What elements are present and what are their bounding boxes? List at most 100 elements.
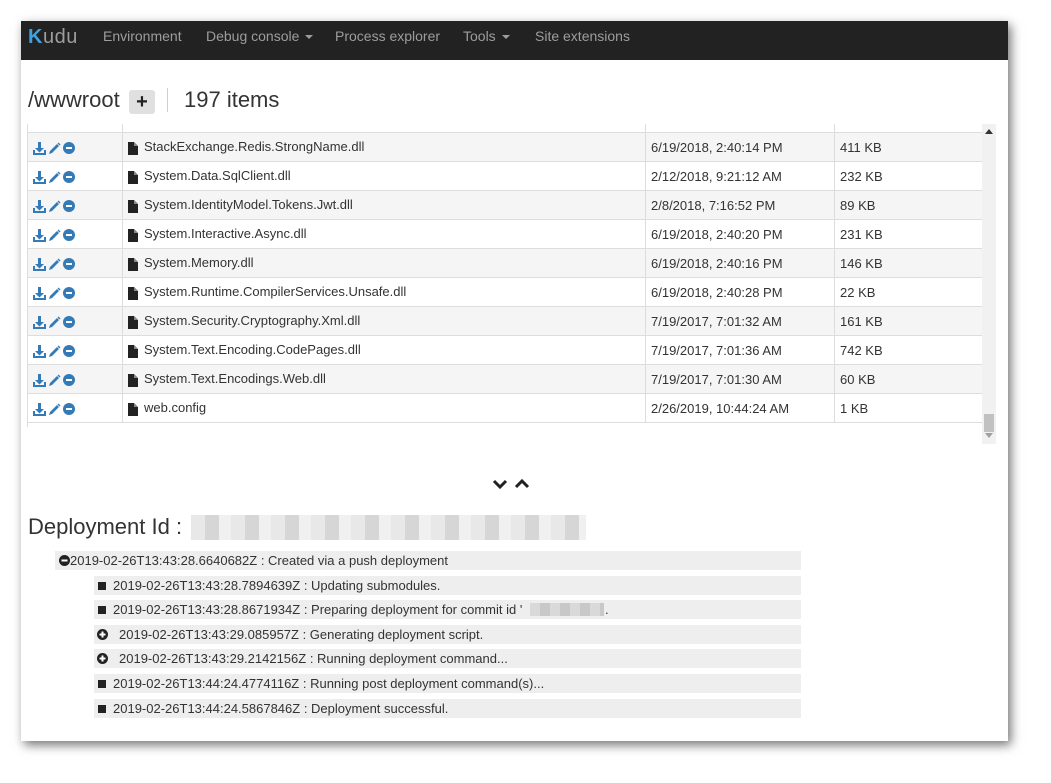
file-size: 146 KB <box>834 248 982 278</box>
file-table: StackExchange.Redis.StrongName.dll 6/19/2… <box>28 124 982 423</box>
file-size: 232 KB <box>834 161 982 191</box>
scroll-down-arrow-icon[interactable] <box>985 433 993 438</box>
chevron-up-icon[interactable] <box>514 477 530 491</box>
minus-circle-icon[interactable] <box>59 555 70 566</box>
edit-pencil-icon[interactable] <box>48 171 61 184</box>
log-entry-text: 2019-02-26T13:43:28.7894639Z : Updating … <box>113 578 441 593</box>
download-icon[interactable] <box>33 402 46 416</box>
file-name[interactable]: System.Interactive.Async.dll <box>144 226 307 241</box>
nav-site-extensions[interactable]: Site extensions <box>535 21 630 60</box>
file-name[interactable]: System.Text.Encodings.Web.dll <box>144 371 326 386</box>
download-icon[interactable] <box>33 141 46 155</box>
file-name[interactable]: System.Data.SqlClient.dll <box>144 168 291 183</box>
file-name-cell: System.Memory.dll <box>122 248 646 278</box>
current-path[interactable]: /wwwroot <box>28 87 120 113</box>
download-icon[interactable] <box>33 170 46 184</box>
file-name-cell: StackExchange.Redis.StrongName.dll <box>122 132 646 162</box>
file-actions <box>28 132 123 162</box>
file-icon <box>128 141 138 155</box>
log-entry-text: 2019-02-26T13:43:29.085957Z : Generating… <box>119 627 484 642</box>
edit-pencil-icon[interactable] <box>48 258 61 271</box>
edit-pencil-icon[interactable] <box>48 403 61 416</box>
square-bullet-icon <box>98 705 106 713</box>
plus-circle-icon[interactable] <box>97 629 108 640</box>
vertical-scrollbar[interactable] <box>982 124 996 444</box>
delete-icon[interactable] <box>63 200 75 213</box>
file-name[interactable]: System.Runtime.CompilerServices.Unsafe.d… <box>144 284 406 299</box>
log-entry-text: 2019-02-26T13:44:24.4774116Z : Running p… <box>113 676 545 691</box>
scrollbar-thumb[interactable] <box>984 414 994 432</box>
delete-icon[interactable] <box>63 287 75 300</box>
scroll-up-arrow-icon[interactable] <box>985 129 993 134</box>
delete-icon[interactable] <box>63 171 75 184</box>
file-modified: 7/19/2017, 7:01:32 AM <box>645 306 835 336</box>
edit-pencil-icon[interactable] <box>48 200 61 213</box>
file-name-cell: web.config <box>122 393 646 423</box>
edit-pencil-icon[interactable] <box>48 287 61 300</box>
file-modified: 6/19/2018, 2:40:14 PM <box>645 132 835 162</box>
deployment-title: Deployment Id : <box>28 514 183 539</box>
file-name[interactable]: System.IdentityModel.Tokens.Jwt.dll <box>144 197 353 212</box>
table-row: System.Text.Encoding.CodePages.dll 7/19/2… <box>28 335 982 365</box>
file-name[interactable]: web.config <box>144 400 206 415</box>
file-actions <box>28 364 123 394</box>
file-list: StackExchange.Redis.StrongName.dll 6/19/2… <box>27 124 983 427</box>
download-icon[interactable] <box>33 315 46 329</box>
file-modified: 7/19/2017, 7:01:36 AM <box>645 335 835 365</box>
plus-circle-icon[interactable] <box>97 653 108 664</box>
download-icon[interactable] <box>33 199 46 213</box>
nav-debug-console[interactable]: Debug console <box>206 21 314 60</box>
delete-icon[interactable] <box>63 142 75 155</box>
table-row: System.Text.Encodings.Web.dll 7/19/2017, … <box>28 364 982 394</box>
items-count: 197 items <box>184 87 280 112</box>
delete-icon[interactable] <box>63 316 75 329</box>
table-row: System.Memory.dll 6/19/2018, 2:40:16 PM 14… <box>28 248 982 278</box>
file-name[interactable]: StackExchange.Redis.StrongName.dll <box>144 139 364 154</box>
kudu-window: Kudu Environment Debug console Process e… <box>21 21 1008 741</box>
file-name-cell: System.Text.Encoding.CodePages.dll <box>122 335 646 365</box>
file-icon <box>128 257 138 271</box>
file-modified: 2/12/2018, 9:21:12 AM <box>645 161 835 191</box>
file-icon <box>128 373 138 387</box>
edit-pencil-icon[interactable] <box>48 316 61 329</box>
brand-text: udu <box>42 26 78 48</box>
file-name[interactable]: System.Security.Cryptography.Xml.dll <box>144 313 360 328</box>
file-actions <box>28 306 123 336</box>
nav-tools[interactable]: Tools <box>463 21 510 60</box>
edit-pencil-icon[interactable] <box>48 374 61 387</box>
download-icon[interactable] <box>33 286 46 300</box>
nav-environment[interactable]: Environment <box>103 21 182 60</box>
file-icon <box>128 199 138 213</box>
download-icon[interactable] <box>33 344 46 358</box>
file-size: 161 KB <box>834 306 982 336</box>
chevron-down-icon[interactable] <box>492 477 508 491</box>
table-row: System.Runtime.CompilerServices.Unsafe.d… <box>28 277 982 307</box>
file-name[interactable]: System.Memory.dll <box>144 255 254 270</box>
edit-pencil-icon[interactable] <box>48 345 61 358</box>
download-icon[interactable] <box>33 228 46 242</box>
log-entry-text: 2019-02-26T13:43:29.2142156Z : Running d… <box>119 651 508 666</box>
edit-pencil-icon[interactable] <box>48 229 61 242</box>
delete-icon[interactable] <box>63 258 75 271</box>
add-button[interactable]: + <box>129 90 155 114</box>
nav-tools-label: Tools <box>463 28 496 44</box>
log-entry: 2019-02-26T13:43:28.7894639Z : Updating … <box>94 576 801 595</box>
download-icon[interactable] <box>33 257 46 271</box>
brand-logo[interactable]: Kudu <box>28 24 78 50</box>
file-name-cell: System.Runtime.CompilerServices.Unsafe.d… <box>122 277 646 307</box>
edit-pencil-icon[interactable] <box>48 142 61 155</box>
file-size: 22 KB <box>834 277 982 307</box>
file-name-cell: System.IdentityModel.Tokens.Jwt.dll <box>122 190 646 220</box>
delete-icon[interactable] <box>63 374 75 387</box>
commit-id-redacted <box>530 603 604 616</box>
nav-process-explorer[interactable]: Process explorer <box>335 21 440 60</box>
delete-icon[interactable] <box>63 229 75 242</box>
log-entry: 2019-02-26T13:43:28.8671934Z : Preparing… <box>94 600 801 619</box>
file-actions <box>28 190 123 220</box>
file-name[interactable]: System.Text.Encoding.CodePages.dll <box>144 342 361 357</box>
table-row: System.IdentityModel.Tokens.Jwt.dll 2/8/2… <box>28 190 982 220</box>
download-icon[interactable] <box>33 373 46 387</box>
chevron-down-icon <box>305 35 314 40</box>
delete-icon[interactable] <box>63 345 75 358</box>
delete-icon[interactable] <box>63 403 75 416</box>
